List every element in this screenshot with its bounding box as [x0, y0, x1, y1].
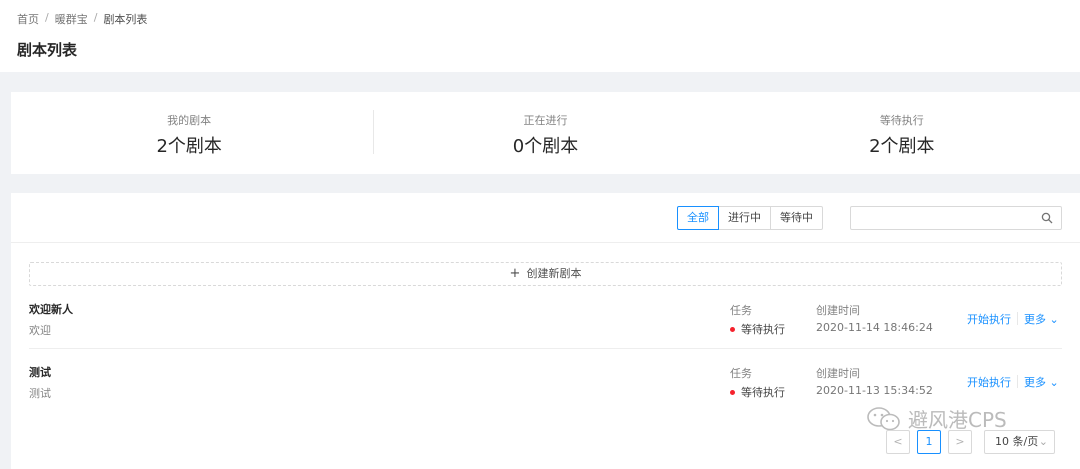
- filter-all[interactable]: 全部: [677, 206, 719, 230]
- search-input[interactable]: [857, 210, 1037, 226]
- watermark-text: 避风港CPS: [908, 408, 1007, 432]
- stat-in-progress: 正在进行 0个剧本: [367, 92, 723, 174]
- stat-my-scripts: 我的剧本 2个剧本: [11, 92, 367, 174]
- status-badge: 等待执行: [730, 321, 785, 337]
- breadcrumb-current: 剧本列表: [103, 13, 148, 26]
- action-divider: [1017, 312, 1018, 325]
- chevron-down-icon: ⌄: [1038, 435, 1048, 448]
- row-divider: [29, 348, 1062, 349]
- stat-label: 等待执行: [879, 114, 924, 127]
- task-header: 任务: [730, 367, 752, 380]
- next-page-button[interactable]: >: [948, 430, 972, 454]
- task-header: 任务: [730, 304, 752, 317]
- breadcrumb: 首页 / 暖群宝 / 剧本列表: [17, 11, 147, 27]
- stat-value: 2个剧本: [156, 136, 222, 157]
- status-text: 等待执行: [741, 323, 785, 336]
- action-divider: [1017, 375, 1018, 388]
- chevron-down-icon: ⌄: [1046, 376, 1059, 389]
- start-execution-link[interactable]: 开始执行: [967, 311, 1011, 327]
- script-description: 欢迎: [29, 324, 51, 337]
- breadcrumb-home[interactable]: 首页: [17, 11, 39, 27]
- created-time-header: 创建时间: [816, 304, 860, 317]
- stat-label: 正在进行: [523, 114, 568, 127]
- status-badge: 等待执行: [730, 384, 785, 400]
- created-time: 2020-11-14 18:46:24: [816, 321, 933, 334]
- start-execution-link[interactable]: 开始执行: [967, 374, 1011, 390]
- status-dot-icon: [730, 326, 735, 332]
- script-title: 欢迎新人: [29, 303, 73, 316]
- page-1-button[interactable]: 1: [917, 430, 941, 454]
- wechat-icon: [867, 406, 900, 430]
- chevron-down-icon: ⌄: [1046, 313, 1059, 326]
- prev-page-button[interactable]: <: [886, 430, 910, 454]
- filter-waiting[interactable]: 等待中: [770, 206, 823, 230]
- stat-pending: 等待执行 2个剧本: [724, 92, 1080, 174]
- divider: [11, 242, 1080, 243]
- more-label: 更多: [1024, 376, 1046, 389]
- plus-icon: +: [509, 266, 521, 281]
- watermark: 避风港CPS: [866, 404, 1007, 433]
- page-title: 剧本列表: [17, 41, 78, 59]
- page-size-value: 10 条/页: [995, 435, 1039, 448]
- list-item: 欢迎新人 欢迎 任务 等待执行 创建时间 2020-11-14 18:46:24…: [29, 294, 1062, 356]
- created-time: 2020-11-13 15:34:52: [816, 384, 933, 397]
- create-script-button[interactable]: + 创建新剧本: [29, 262, 1062, 286]
- page-size-select[interactable]: 10 条/页 ⌄: [984, 430, 1055, 454]
- more-label: 更多: [1024, 313, 1046, 326]
- page-header: 首页 / 暖群宝 / 剧本列表 剧本列表: [0, 0, 1080, 72]
- more-dropdown[interactable]: 更多 ⌄: [1024, 311, 1059, 327]
- stat-label: 我的剧本: [167, 114, 212, 127]
- more-dropdown[interactable]: 更多 ⌄: [1024, 374, 1059, 390]
- script-description: 测试: [29, 387, 51, 400]
- create-script-label: 创建新剧本: [526, 267, 582, 280]
- stat-value: 2个剧本: [869, 136, 935, 157]
- breadcrumb-separator: /: [45, 11, 49, 24]
- status-text: 等待执行: [741, 386, 785, 399]
- script-title: 测试: [29, 366, 51, 379]
- stats-card: 我的剧本 2个剧本 正在进行 0个剧本 等待执行 2个剧本: [11, 92, 1080, 174]
- stat-value: 0个剧本: [512, 136, 579, 157]
- filter-in-progress[interactable]: 进行中: [718, 206, 771, 230]
- status-dot-icon: [730, 389, 735, 395]
- breadcrumb-separator: /: [93, 11, 98, 24]
- search-box: [850, 206, 1062, 230]
- created-time-header: 创建时间: [816, 367, 860, 380]
- search-icon[interactable]: [1041, 212, 1053, 224]
- status-filter: 全部 进行中 等待中: [677, 206, 823, 230]
- breadcrumb-app[interactable]: 暖群宝: [55, 11, 88, 27]
